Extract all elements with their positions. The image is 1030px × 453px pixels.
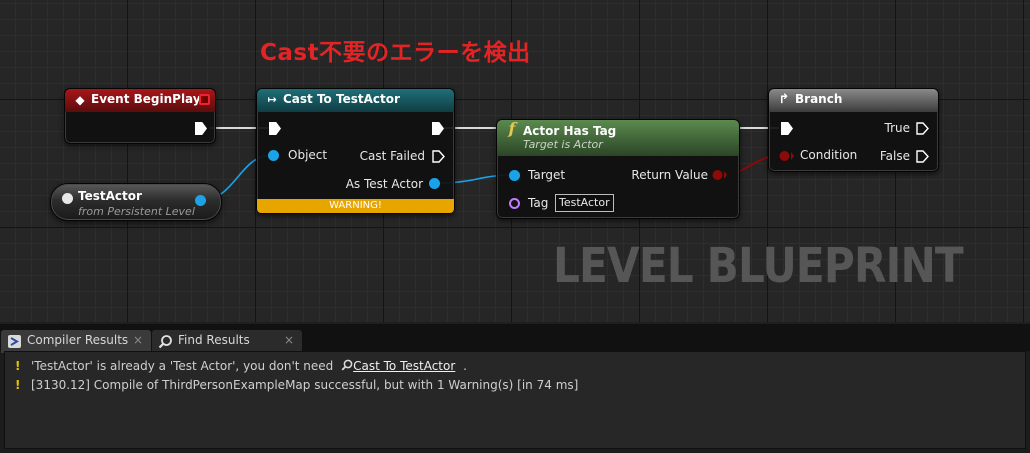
message-row[interactable]: ! 'TestActor' is already a 'Test Actor', … xyxy=(15,359,467,373)
cast-as-testactor-pin[interactable] xyxy=(429,178,440,189)
hastag-subtitle: Target is Actor xyxy=(523,138,603,151)
branch-false-label: False xyxy=(879,149,910,163)
cast-failed-label: Cast Failed xyxy=(359,149,425,163)
function-icon: f xyxy=(508,119,516,138)
cast-to-testactor-node[interactable]: ↦ Cast To TestActor Object Cast Failed A… xyxy=(256,88,455,214)
warning-icon: ! xyxy=(15,378,21,392)
hastag-return-label: Return Value xyxy=(631,168,708,182)
cast-exec-in-pin[interactable] xyxy=(269,122,281,135)
compiler-results-icon xyxy=(8,335,21,348)
cast-exec-out-pin[interactable] xyxy=(432,122,444,135)
tab-compiler-results[interactable]: Compiler Results × xyxy=(1,330,151,353)
cast-object-label: Object xyxy=(288,148,328,162)
event-beginplay-title: Event BeginPlay xyxy=(91,92,201,106)
cast-arrow-icon: ↦ xyxy=(267,93,277,106)
level-blueprint-watermark: LEVEL BLUEPRINT xyxy=(553,238,964,294)
testactor-title: TestActor xyxy=(78,189,142,203)
event-beginplay-header[interactable]: ◆ Event BeginPlay xyxy=(65,89,215,112)
tab-compiler-label: Compiler Results xyxy=(27,333,129,347)
branch-exec-in-pin[interactable] xyxy=(781,122,793,135)
cast-as-label: As Test Actor xyxy=(345,177,423,191)
actor-bullet-icon xyxy=(62,193,73,204)
testactor-reference-node[interactable]: TestActor from Persistent Level xyxy=(50,183,222,221)
hastag-tag-label: Tag xyxy=(528,196,549,210)
testactor-out-pin[interactable] xyxy=(195,195,206,206)
results-panel: Compiler Results × Find Results × ! 'Test… xyxy=(0,322,1030,453)
branch-true-pin[interactable] xyxy=(916,122,929,135)
event-exec-out-pin[interactable] xyxy=(195,122,207,135)
close-icon[interactable]: × xyxy=(133,333,143,347)
hastag-target-label: Target xyxy=(528,168,566,182)
testactor-subtitle: from Persistent Level xyxy=(78,205,195,218)
magnifier-icon xyxy=(341,359,353,371)
annotation-text: Cast不要のエラーを検出 xyxy=(260,40,531,66)
hastag-target-pin[interactable] xyxy=(509,170,520,181)
event-diamond-icon: ◆ xyxy=(75,93,85,107)
message-row[interactable]: ! [3130.12] Compile of ThirdPersonExample… xyxy=(15,378,578,392)
warning-bar: WARNING! xyxy=(257,199,454,213)
branch-icon: ↱ xyxy=(778,92,790,107)
hastag-tag-input[interactable]: TestActor xyxy=(555,194,614,212)
magnifier-icon xyxy=(158,335,172,349)
warning-icon: ! xyxy=(15,359,21,373)
cast-title: Cast To TestActor xyxy=(283,92,400,106)
branch-condition-pin[interactable] xyxy=(779,150,795,162)
tab-find-results[interactable]: Find Results × xyxy=(152,330,302,353)
branch-false-pin[interactable] xyxy=(916,150,929,163)
message-text: 'TestActor' is already a 'Test Actor', y… xyxy=(31,359,334,373)
tab-find-label: Find Results xyxy=(178,333,250,347)
branch-node[interactable]: ↱ Branch True Condition False xyxy=(768,88,939,172)
cast-to-testactor-link[interactable]: Cast To TestActor xyxy=(353,359,455,373)
message-suffix: . xyxy=(463,359,467,373)
hastag-return-pin[interactable] xyxy=(712,169,728,181)
blueprint-graph[interactable]: Cast不要のエラーを検出 LEVEL BLUEPRINT ◆ Event Be… xyxy=(0,0,1030,322)
branch-true-label: True xyxy=(884,121,911,135)
results-tabbar: Compiler Results × Find Results × xyxy=(0,322,1030,353)
branch-condition-label: Condition xyxy=(800,148,858,162)
branch-title: Branch xyxy=(795,92,843,106)
hastag-header[interactable]: f Actor Has Tag Target is Actor xyxy=(497,120,739,156)
cast-header[interactable]: ↦ Cast To TestActor xyxy=(257,89,454,112)
delegate-pin-icon[interactable] xyxy=(199,94,210,105)
cast-failed-pin[interactable] xyxy=(432,150,445,163)
branch-header[interactable]: ↱ Branch xyxy=(769,89,938,112)
cast-object-pin[interactable] xyxy=(268,150,279,161)
hastag-title: Actor Has Tag xyxy=(523,124,617,138)
hastag-tag-pin[interactable] xyxy=(509,198,520,209)
compiler-results-list[interactable]: ! 'TestActor' is already a 'Test Actor', … xyxy=(4,351,1026,449)
close-icon[interactable]: × xyxy=(284,333,294,347)
actor-has-tag-node[interactable]: f Actor Has Tag Target is Actor Target R… xyxy=(496,119,740,219)
message-text: [3130.12] Compile of ThirdPersonExampleM… xyxy=(31,378,579,392)
event-beginplay-node[interactable]: ◆ Event BeginPlay xyxy=(64,88,216,144)
